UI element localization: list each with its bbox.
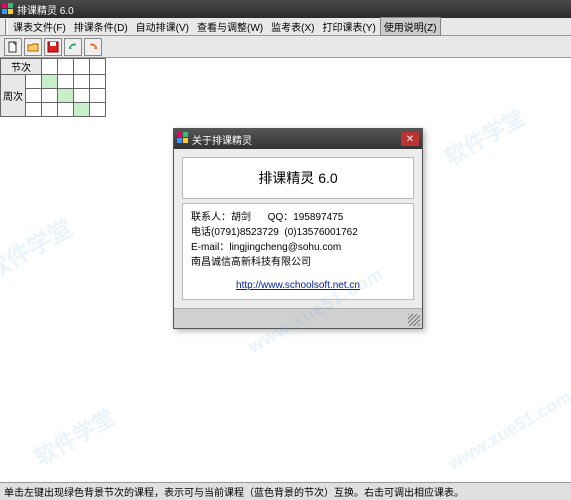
resize-grip-icon[interactable]: [408, 314, 420, 326]
toolbar-undo-button[interactable]: [64, 38, 82, 56]
email-line: E-mail：lingjingcheng@sohu.com: [191, 240, 405, 255]
company-line: 南昌诚信高新科技有限公司: [191, 255, 405, 270]
about-dialog-footer: [174, 308, 422, 328]
toolbar-redo-button[interactable]: [84, 38, 102, 56]
main-window-titlebar: 排课精灵 6.0: [0, 0, 571, 18]
about-dialog-body: 排课精灵 6.0 联系人：胡剑 QQ：195897475 电话(0791)852…: [174, 149, 422, 308]
about-dialog-titlebar[interactable]: 关于排课精灵 ✕: [174, 129, 422, 149]
close-icon: ✕: [406, 134, 414, 145]
dialog-app-icon: [177, 132, 189, 147]
menu-file[interactable]: 课表文件(F): [9, 17, 70, 36]
product-name: 排课精灵 6.0: [182, 157, 414, 199]
statusbar: 单击左键出现绿色背景节次的课程，表示可与当前课程（蓝色背景的节次）互换。右击可调…: [0, 482, 571, 500]
menu-grip: [5, 19, 8, 35]
about-dialog-title: 关于排课精灵: [192, 132, 252, 147]
website-link[interactable]: http://www.schoolsoft.net.cn: [191, 278, 405, 293]
schedule-grid[interactable]: 节次 周次: [0, 58, 106, 117]
close-button[interactable]: ✕: [401, 132, 419, 146]
toolbar-open-button[interactable]: [24, 38, 42, 56]
menubar: 课表文件(F) 排课条件(D) 自动排课(V) 查看与调整(W) 监考表(X) …: [0, 18, 571, 36]
about-dialog: 关于排课精灵 ✕ 排课精灵 6.0 联系人：胡剑 QQ：195897475 电话…: [173, 128, 423, 329]
menu-auto[interactable]: 自动排课(V): [132, 17, 193, 36]
contact-line: 联系人：胡剑 QQ：195897475: [191, 210, 405, 225]
window-title: 排课精灵 6.0: [17, 2, 74, 17]
tel-line: 电话(0791)8523729 (0)13576001762: [191, 225, 405, 240]
toolbar-save-button[interactable]: [44, 38, 62, 56]
about-info-panel: 联系人：胡剑 QQ：195897475 电话(0791)8523729 (0)1…: [182, 203, 414, 300]
grid-header-section: 节次: [1, 59, 42, 75]
menu-print[interactable]: 打印课表(Y): [318, 17, 379, 36]
menu-view-adjust[interactable]: 查看与调整(W): [193, 17, 267, 36]
menu-conditions[interactable]: 排课条件(D): [70, 17, 132, 36]
toolbar: [0, 36, 571, 58]
menu-invigilation[interactable]: 监考表(X): [267, 17, 318, 36]
toolbar-new-button[interactable]: [4, 38, 22, 56]
status-text: 单击左键出现绿色背景节次的课程，表示可与当前课程（蓝色背景的节次）互换。右击可调…: [4, 484, 464, 499]
menu-help[interactable]: 使用说明(Z): [380, 17, 441, 36]
grid-header-week: 周次: [1, 75, 26, 117]
app-icon: [2, 3, 14, 15]
